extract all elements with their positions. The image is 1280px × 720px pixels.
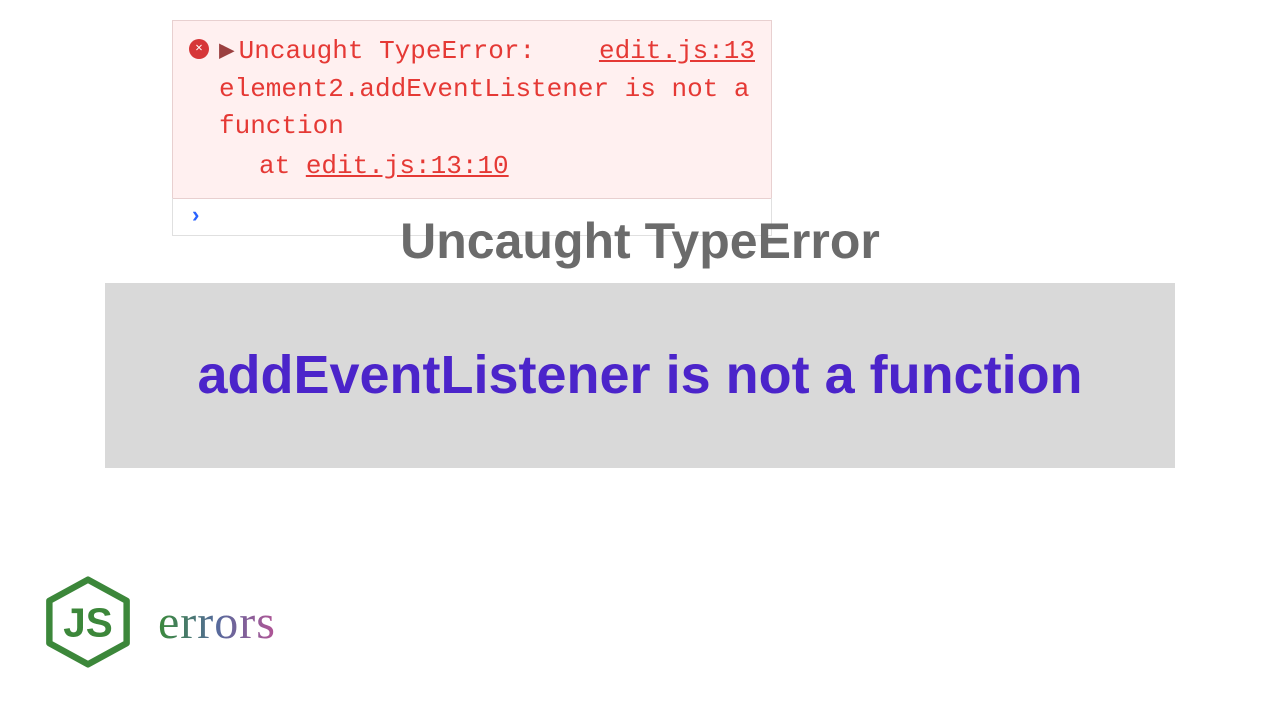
subtitle-text: Uncaught TypeError — [0, 212, 1280, 270]
js-logo-icon: JS — [42, 576, 134, 668]
error-body-line-2: element2.addEventListener is not a — [219, 71, 755, 109]
banner-text: addEventListener is not a function — [197, 342, 1082, 410]
error-body-line-3: function — [219, 108, 755, 146]
error-header: ▶Uncaught TypeError: — [219, 33, 535, 71]
error-message: ▶Uncaught TypeError: edit.js:13 element2… — [219, 33, 755, 186]
error-first-line: ▶Uncaught TypeError: edit.js:13 — [219, 33, 755, 71]
error-stack-trace: at edit.js:13:10 — [219, 148, 755, 186]
svg-text:JS: JS — [63, 600, 113, 646]
console-error-row: ▶Uncaught TypeError: edit.js:13 element2… — [189, 33, 755, 186]
logo-label: errors — [158, 595, 276, 650]
trace-link[interactable]: edit.js:13:10 — [306, 151, 509, 181]
logo-row: JS errors — [42, 576, 276, 668]
error-type-label: Uncaught TypeError: — [239, 36, 535, 66]
error-icon — [189, 39, 209, 59]
expand-arrow-icon[interactable]: ▶ — [219, 36, 235, 66]
trace-at: at — [259, 151, 306, 181]
main-banner: addEventListener is not a function — [105, 283, 1175, 468]
console-error-panel: ▶Uncaught TypeError: edit.js:13 element2… — [172, 20, 772, 199]
error-source-link[interactable]: edit.js:13 — [599, 33, 755, 71]
